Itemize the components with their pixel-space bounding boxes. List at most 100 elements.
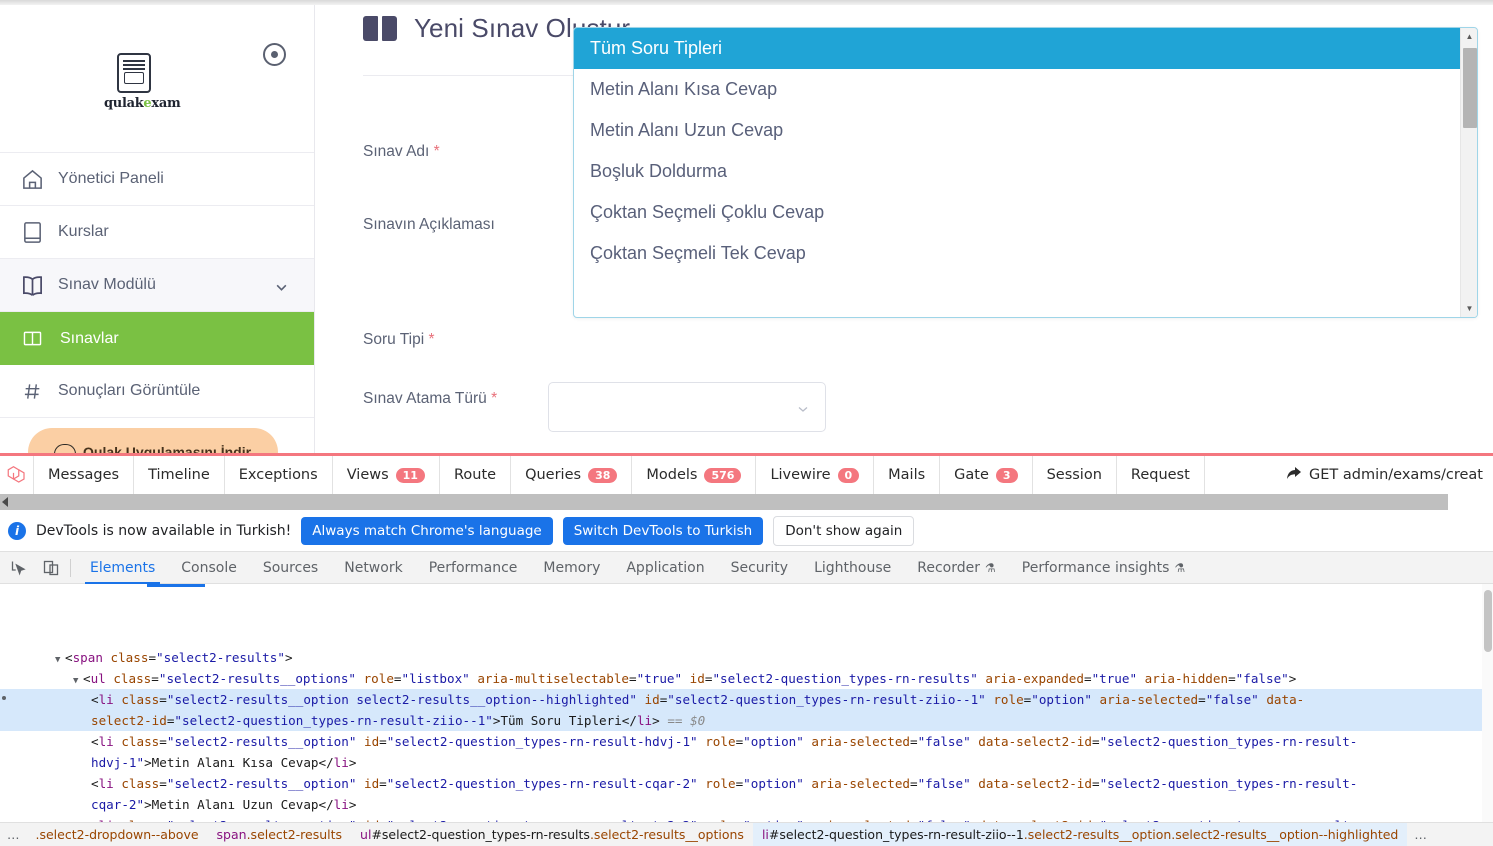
brand-name-suffix: xam [151, 96, 181, 111]
dont-show-again-button[interactable]: Don't show again [773, 516, 915, 546]
always-match-language-button[interactable]: Always match Chrome's language [301, 517, 553, 545]
dom-tree-line[interactable]: ▼ <ul class="select2-results__options" ro… [0, 668, 1493, 689]
debugbar-tab[interactable]: Views 11 [333, 456, 440, 494]
devtools-tab-console[interactable]: Console [168, 552, 250, 584]
required-marker: * [428, 331, 435, 348]
dom-selection-underline [147, 584, 205, 587]
devtools-tab-label: Memory [543, 559, 601, 576]
debugbar-tab[interactable]: Route [440, 456, 512, 494]
devtools-dom-tree[interactable]: ▼ <span class="select2-results"> ▼ <ul clas… [0, 584, 1493, 822]
devtools-tab-performance[interactable]: Performance [416, 552, 531, 584]
debugbar-tab-list: Messages Timeline Exceptions Views 11 Route Qu… [0, 456, 1493, 494]
dom-tree-line[interactable]: select2-id="select2-question_types-rn-re… [0, 710, 1493, 731]
book-open-icon [10, 274, 54, 297]
breadcrumb-item[interactable]: .select2-dropdown--above [27, 823, 208, 846]
dropdown-option[interactable]: Boşluk Doldurma [574, 151, 1477, 192]
debugbar-tab[interactable]: Session [1033, 456, 1117, 494]
dom-token-val: "select2-question_types-rn-result- [1099, 776, 1358, 791]
field-label-text: Soru Tipi [363, 331, 425, 348]
devtools-tab-application[interactable]: Application [613, 552, 717, 584]
switch-to-turkish-button[interactable]: Switch DevTools to Turkish [562, 517, 764, 545]
breadcrumb-overflow-left[interactable]: … [0, 827, 27, 842]
scrollbar-thumb[interactable] [1463, 48, 1477, 128]
dom-token-val: "select2-results__option" [166, 776, 357, 791]
scroll-down-arrow-icon[interactable]: ▼ [1461, 300, 1477, 317]
dom-token-punct: > [1288, 671, 1297, 686]
devtools-tab-security[interactable]: Security [718, 552, 802, 584]
dom-tree-scrollbar-thumb[interactable] [1484, 590, 1492, 652]
breadcrumb-item[interactable]: span .select2-results [208, 823, 351, 846]
debugbar-tab[interactable]: Timeline [134, 456, 225, 494]
breadcrumb-id: #select2-question_types-rn-results [371, 827, 590, 842]
brand-logo[interactable]: qulakexam [104, 53, 181, 111]
debugbar-tab[interactable]: Exceptions [225, 456, 333, 494]
inspect-cursor-icon[interactable] [5, 556, 32, 580]
dom-token-ref: == $0 [659, 713, 706, 728]
dom-token-attr: role [697, 776, 736, 791]
debugbar-tab[interactable]: Models 576 [632, 456, 757, 494]
sidebar-item-sinav-modulu[interactable]: Sınav Modülü [0, 259, 314, 312]
sinav-atama-turu-select[interactable] [548, 382, 826, 432]
sidebar-item-yonetici-paneli[interactable]: Yönetici Paneli [0, 153, 314, 206]
dom-token-punct: = [629, 671, 637, 686]
scroll-up-arrow-icon[interactable]: ▲ [1461, 28, 1477, 45]
dom-tree-line[interactable]: <li class="select2-results__option" id="… [0, 815, 1493, 822]
dom-tree-line[interactable]: hdvj-1">Metin Alanı Kısa Cevap</li> [0, 752, 1493, 773]
dropdown-option[interactable]: Çoktan Seçmeli Tek Cevap [574, 233, 1477, 274]
dom-token-val: "select2-question_types-rn-result- [1099, 734, 1358, 749]
laravel-icon[interactable] [0, 456, 34, 494]
dom-tree-line[interactable]: <li class="select2-results__option" id="… [0, 773, 1493, 794]
sidebar-item-sinavlar[interactable]: Sınavlar [0, 312, 314, 365]
question-types-dropdown[interactable]: Tüm Soru Tipleri Metin Alanı Kısa Cevap Me… [573, 27, 1478, 318]
breadcrumb-classes: .select2-results__options [589, 827, 744, 842]
dropdown-option[interactable]: Metin Alanı Uzun Cevap [574, 110, 1477, 151]
debugbar-tab[interactable]: Messages [34, 456, 135, 494]
debugbar-tab[interactable]: Gate 3 [940, 456, 1033, 494]
dropdown-scrollbar[interactable]: ▲ ▼ [1460, 28, 1477, 317]
dom-token-punct: = [1083, 671, 1092, 686]
dom-token-val: hdvj-1" [91, 755, 145, 770]
dom-token-val: "select2-question_types-rn-result-ziio--… [667, 692, 986, 707]
debugbar-tab-label: Models [646, 467, 698, 483]
dom-token-punct: = [1198, 692, 1206, 707]
debugbar-tab[interactable]: Livewire 0 [756, 456, 875, 494]
dom-token-val: "select2-question_types-rn-results" [712, 671, 978, 686]
sidebar-item-kurslar[interactable]: Kurslar [0, 206, 314, 259]
dom-tree-line[interactable]: <li class="select2-results__option" id="… [0, 731, 1493, 752]
debugbar-route[interactable]: GET admin/exams/creat [1276, 456, 1493, 494]
debugbar-tab[interactable]: Mails [874, 456, 941, 494]
breadcrumb-overflow-right[interactable]: … [1407, 827, 1434, 842]
dropdown-option[interactable]: Çoktan Seçmeli Çoklu Cevap [574, 192, 1477, 233]
dom-token-attr: id [356, 734, 380, 749]
debugbar-resize-strip[interactable] [0, 494, 1448, 510]
devtools-tab-lighthouse[interactable]: Lighthouse [801, 552, 904, 584]
dom-token-txt: Metin Alanı Kısa Cevap [151, 755, 319, 770]
devtools-tab-performance-insights[interactable]: Performance insights ⚗ [1009, 552, 1198, 584]
dom-token-attr: class [113, 776, 160, 791]
device-toggle-icon[interactable] [37, 556, 64, 580]
dropdown-option[interactable]: Tüm Soru Tipleri [574, 28, 1477, 69]
dropdown-option[interactable]: Metin Alanı Kısa Cevap [574, 69, 1477, 110]
devtools-tab-memory[interactable]: Memory [530, 552, 613, 584]
debugbar-tab[interactable]: Request [1117, 456, 1205, 494]
devtools-tab-elements[interactable]: Elements [77, 552, 168, 584]
dom-tree-line[interactable]: cqar-2">Metin Alanı Uzun Cevap</li> [0, 794, 1493, 815]
dom-token-punct: </ [318, 755, 334, 770]
sidebar-item-sonuclari-goruntule[interactable]: Sonuçları Görüntüle [0, 365, 314, 418]
devtools-tab-label: Sources [262, 559, 319, 576]
target-icon[interactable] [263, 43, 286, 66]
dropdown-option-list[interactable]: Tüm Soru Tipleri Metin Alanı Kısa Cevap Me… [574, 28, 1477, 317]
debugbar-tab[interactable]: Queries 38 [511, 456, 633, 494]
devtools-tab-sources[interactable]: Sources [250, 552, 331, 584]
dom-tree-line[interactable]: ▼ <span class="select2-results"> [0, 647, 1493, 668]
collapse-caret-icon[interactable] [2, 497, 8, 507]
devtools-tab-network[interactable]: Network [331, 552, 415, 584]
devtools-tab-recorder[interactable]: Recorder ⚗ [904, 552, 1009, 584]
toolbar-divider [70, 558, 71, 577]
breadcrumb-item[interactable]: ul #select2-question_types-rn-results .sel… [351, 823, 753, 846]
label-sinav-atama-turu: Sınav Atama Türü * [363, 390, 497, 408]
dom-token-punct: < [91, 692, 99, 707]
breadcrumb-item[interactable]: li #select2-question_types-rn-result-ziio… [752, 822, 1408, 846]
dom-tree-line[interactable]: <li class="select2-results__option selec… [0, 689, 1493, 710]
dom-token-punct: = [159, 692, 167, 707]
